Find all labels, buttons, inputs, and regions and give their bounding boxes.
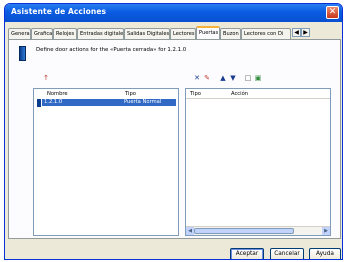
scroll-thumb[interactable] (194, 228, 294, 234)
column-accion[interactable]: Acción (231, 91, 248, 97)
tab-salidas-digitales[interactable]: Salidas Digitales (124, 28, 170, 39)
description-text: Define door actions for the «Puerta cerr… (36, 47, 187, 53)
new-action-button[interactable]: □ (243, 74, 253, 83)
move-up-button[interactable]: ▲ (218, 74, 228, 83)
tab-scroll-right-button[interactable]: ▶ (301, 28, 310, 37)
tab-relojes[interactable]: Relojes (53, 28, 77, 39)
cancel-button[interactable]: Cancelar (270, 248, 304, 259)
scroll-right-icon[interactable]: ▶ (322, 227, 330, 235)
row-nombre: 1.2.1.0 (44, 99, 63, 105)
scroll-left-icon[interactable]: ◀ (186, 227, 194, 235)
horizontal-scrollbar[interactable]: ◀ ▶ (186, 226, 330, 235)
move-down-button[interactable]: ▼ (228, 74, 238, 83)
delete-action-button[interactable]: ✕ (192, 74, 202, 83)
tab-grafica[interactable]: Grafica| (31, 28, 53, 39)
book-icon (19, 46, 26, 61)
add-button[interactable]: ↑ (41, 74, 51, 83)
column-tipo[interactable]: Tipo (125, 91, 136, 97)
actions-wizard-window: Asistente de Acciones ✕ General Grafica|… (4, 3, 343, 260)
header-divider (186, 98, 330, 99)
tab-lectores[interactable]: Lectores (170, 28, 196, 39)
title-bar[interactable]: Asistente de Acciones ✕ (5, 4, 342, 22)
accept-button[interactable]: Aceptar (230, 248, 264, 259)
help-button[interactable]: Ayuda (309, 248, 341, 259)
tab-general[interactable]: General (8, 28, 31, 39)
tab-entradas-digitales[interactable]: Entradas digitales (77, 28, 124, 39)
tab-lectores-con-di[interactable]: Lectores con Di (241, 28, 291, 39)
list-item[interactable]: 1.2.1.0 Puerta Normal (42, 99, 176, 106)
actions-list[interactable]: Tipo Acción ◀ ▶ (185, 88, 331, 236)
copy-action-button[interactable]: ▣ (253, 74, 263, 83)
objects-list[interactable]: Nombre Tipo 1.2.1.0 Puerta Normal (33, 88, 179, 236)
edit-action-button[interactable]: ✎ (202, 74, 212, 83)
column-nombre[interactable]: Nombre (47, 91, 68, 97)
tab-strip: General Grafica| Relojes Entradas digita… (8, 26, 341, 39)
close-button[interactable]: ✕ (326, 6, 339, 19)
row-tipo: Puerta Normal (124, 99, 162, 105)
window-title: Asistente de Acciones (11, 7, 107, 16)
tab-buzon[interactable]: Buzon (220, 28, 241, 39)
door-icon (37, 99, 41, 107)
tab-scroll-left-button[interactable]: ◀ (292, 28, 301, 37)
column-tipo-accion[interactable]: Tipo (190, 91, 201, 97)
tab-puertas[interactable]: Puertas (196, 26, 220, 39)
